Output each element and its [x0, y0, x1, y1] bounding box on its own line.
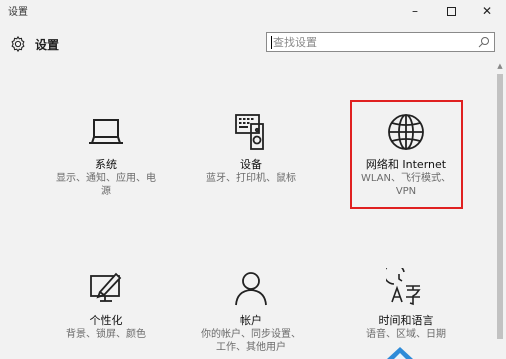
page-title: 设置 [35, 38, 60, 52]
gear-icon [11, 35, 25, 53]
tile-time-language-name: 时间和语言 [378, 314, 434, 327]
tile-devices-name: 设备 [240, 158, 262, 171]
title-bar: 设置 – ✕ [0, 0, 506, 24]
person-icon [235, 272, 267, 306]
close-button[interactable]: ✕ [470, 0, 504, 22]
tile-accounts-name: 帐户 [240, 314, 262, 327]
keyboard-speaker-icon [235, 114, 264, 150]
maximize-icon [446, 6, 456, 16]
tile-accounts[interactable]: 帐户 你的帐户、同步设置、工作、其他用户 [191, 268, 311, 354]
tile-time-language-desc: 语音、区域、日期 [366, 329, 446, 340]
tile-accounts-desc: 你的帐户、同步设置、工作、其他用户 [201, 329, 301, 353]
minimize-button[interactable]: – [398, 0, 432, 22]
time-language-icon [386, 268, 421, 306]
scroll-up-icon[interactable]: ▲ [496, 62, 504, 70]
tile-personalization-name: 个性化 [89, 314, 123, 327]
personalization-icon [90, 272, 122, 302]
scrollbar-thumb[interactable] [497, 74, 503, 339]
window-title: 设置 [8, 7, 28, 18]
tile-system-name: 系统 [95, 158, 117, 171]
minimize-icon: – [412, 4, 418, 18]
tile-personalization-desc: 背景、锁屏、颜色 [66, 329, 146, 340]
tile-personalization[interactable]: 个性化 背景、锁屏、颜色 [46, 268, 166, 341]
scrollbar[interactable]: ▲ [494, 60, 506, 359]
settings-header: 设置 [0, 26, 506, 62]
selection-highlight-box [350, 100, 463, 209]
close-icon: ✕ [481, 4, 493, 18]
search-box[interactable] [266, 32, 495, 52]
maximize-button[interactable] [434, 0, 468, 22]
tile-devices-desc: 蓝牙、打印机、鼠标 [206, 173, 296, 184]
search-icon[interactable] [478, 36, 490, 48]
decorative-watermark-icon [387, 347, 413, 359]
tile-devices[interactable]: 设备 蓝牙、打印机、鼠标 [191, 112, 311, 185]
text-cursor [271, 36, 272, 49]
search-input[interactable] [267, 33, 467, 51]
tile-time-language[interactable]: 时间和语言 语音、区域、日期 [346, 268, 466, 341]
tile-system-desc: 显示、通知、应用、电源 [56, 173, 156, 197]
laptop-icon [89, 119, 123, 144]
tile-system[interactable]: 系统 显示、通知、应用、电源 [46, 112, 166, 198]
